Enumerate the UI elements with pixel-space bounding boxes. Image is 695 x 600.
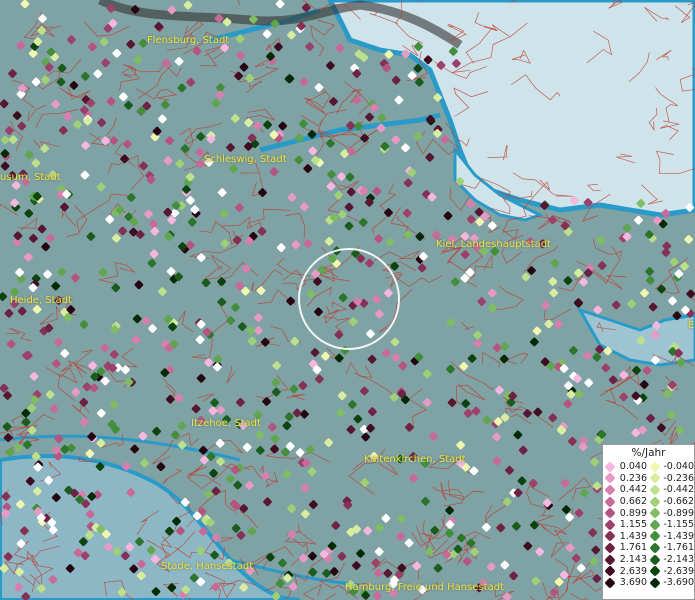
legend-swatch-positive xyxy=(604,530,616,543)
city-label-edge: E xyxy=(688,320,695,331)
legend-value-positive: 0.236 xyxy=(619,472,647,484)
legend-swatch-positive xyxy=(604,565,616,577)
legend-value-positive: 2.639 xyxy=(619,565,647,577)
legend-row: 0.236 -0.236 xyxy=(604,472,694,485)
city-label-flensburg: Flensburg, Stadt xyxy=(147,35,230,46)
city-label-schleswig: Schleswig, Stadt xyxy=(204,154,287,165)
map-svg[interactable] xyxy=(0,0,695,600)
legend-row: 1.761 -1.761 xyxy=(604,542,694,554)
city-label-hamburg: Hamburg, Freie und Hansestadt xyxy=(345,582,504,593)
legend-swatch-positive xyxy=(604,472,616,485)
legend-swatch-negative xyxy=(649,542,661,554)
legend-swatch-negative xyxy=(649,530,661,543)
legend-swatch-positive xyxy=(604,461,616,473)
legend-value-negative: -2.143 xyxy=(663,554,694,566)
legend-row: 2.639 -2.639 xyxy=(604,565,694,577)
legend-swatch-positive xyxy=(604,577,616,589)
legend-title: %/Jahr xyxy=(631,447,666,459)
legend-row: 0.442 -0.442 xyxy=(604,484,694,496)
legend-swatch-negative xyxy=(649,472,661,485)
legend-value-positive: 0.442 xyxy=(619,484,647,496)
legend-value-positive: 2.143 xyxy=(619,554,647,566)
legend-value-positive: 1.155 xyxy=(619,519,647,531)
legend-value-positive: 0.899 xyxy=(619,507,647,519)
legend-row: 3.690 -3.690 xyxy=(604,577,694,589)
legend-swatch-positive xyxy=(604,495,616,508)
legend-value-negative: -3.690 xyxy=(663,577,694,589)
legend-value-positive: 1.761 xyxy=(619,542,647,554)
legend-value-negative: -0.899 xyxy=(663,507,694,519)
legend-swatch-negative xyxy=(649,565,661,577)
legend-value-positive: 0.662 xyxy=(619,496,647,508)
legend-value-positive: 0.040 xyxy=(619,461,647,473)
legend-swatch-negative xyxy=(649,461,661,473)
legend-swatch-positive xyxy=(604,553,616,566)
legend-value-negative: -0.236 xyxy=(663,472,694,484)
city-label-kaltenkirchen: Kaltenkirchen, Stadt xyxy=(364,454,466,465)
legend-value-negative: -0.442 xyxy=(663,484,694,496)
legend-value-negative: -1.761 xyxy=(663,542,694,554)
legend-value-negative: -2.639 xyxy=(663,565,694,577)
city-label-kiel: Kiel, Landeshauptstadt xyxy=(436,239,551,250)
legend-value-positive: 1.439 xyxy=(619,530,647,542)
legend-swatch-negative xyxy=(649,507,661,519)
legend-value-negative: -0.662 xyxy=(663,496,694,508)
legend-swatch-positive xyxy=(604,484,616,496)
legend-value-negative: -1.439 xyxy=(663,530,694,542)
legend-swatch-positive xyxy=(604,519,616,531)
legend-row: 0.040 -0.040 xyxy=(604,461,694,473)
legend-row: 2.143 -2.143 xyxy=(604,553,694,566)
city-label-stade: Stade, Hansestadt xyxy=(161,561,254,572)
legend-row: 0.662 -0.662 xyxy=(604,495,694,508)
legend-value-negative: -1.155 xyxy=(663,519,694,531)
legend-swatch-negative xyxy=(649,495,661,508)
city-label-husum: usum, Stadt xyxy=(0,172,61,183)
legend-rows: 0.040 -0.040 0.236 -0.236 0.442 -0.442 0.662 -0… xyxy=(603,461,694,589)
city-label-itzehoe: Itzehoe, Stadt xyxy=(191,418,261,429)
legend-row: 1.439 -1.439 xyxy=(604,530,694,543)
city-label-heide: Heide, Stadt xyxy=(10,295,72,306)
map-canvas[interactable]: Flensburg, Stadt usum, Stadt Schleswig, … xyxy=(0,0,695,600)
legend-row: 0.899 -0.899 xyxy=(604,507,694,519)
legend-value-negative: -0.040 xyxy=(663,461,694,473)
legend-row: 1.155 -1.155 xyxy=(604,519,694,531)
legend-swatch-negative xyxy=(649,577,661,589)
legend-swatch-positive xyxy=(604,542,616,554)
legend-panel: %/Jahr 0.040 -0.040 0.236 -0.236 0.442 -0.442… xyxy=(602,444,695,600)
legend-swatch-negative xyxy=(649,519,661,531)
legend-value-positive: 3.690 xyxy=(619,577,647,589)
legend-swatch-negative xyxy=(649,484,661,496)
legend-swatch-negative xyxy=(649,553,661,566)
legend-swatch-positive xyxy=(604,507,616,519)
